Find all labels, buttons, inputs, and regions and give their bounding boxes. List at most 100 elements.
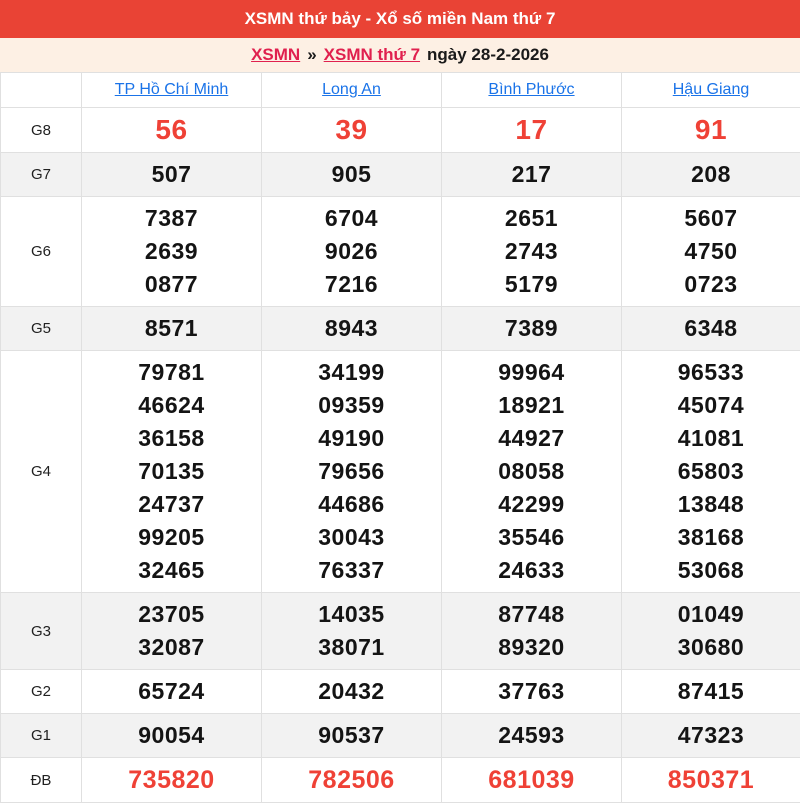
prize-numbers-cell: 8774889320	[442, 593, 622, 670]
prize-number: 56	[84, 113, 259, 147]
prize-number: 14035	[264, 598, 439, 631]
prize-number: 0723	[624, 268, 798, 301]
prize-numbers-cell: 20432	[262, 670, 442, 714]
prize-number: 65803	[624, 455, 798, 488]
prize-number: 6704	[264, 202, 439, 235]
prize-number: 30043	[264, 521, 439, 554]
page-title-text: XSMN thứ bảy - Xổ số miền Nam thứ 7	[245, 9, 556, 29]
prize-number: 20432	[264, 675, 439, 708]
prize-numbers-cell: 56	[82, 108, 262, 153]
prize-numbers-cell: 217	[442, 153, 622, 197]
page-title: XSMN thứ bảy - Xổ số miền Nam thứ 7	[0, 0, 800, 38]
prize-numbers-cell: 8943	[262, 307, 442, 351]
prize-number: 87415	[624, 675, 798, 708]
prize-numbers-cell: 738726390877	[82, 197, 262, 307]
prize-label: G4	[1, 351, 82, 593]
prize-number: 09359	[264, 389, 439, 422]
prize-number: 35546	[444, 521, 619, 554]
prize-numbers-cell: 1403538071	[262, 593, 442, 670]
prize-number: 08058	[444, 455, 619, 488]
prize-number: 8943	[264, 312, 439, 345]
prize-number: 7216	[264, 268, 439, 301]
prize-numbers-cell: 39	[262, 108, 442, 153]
prize-number: 7389	[444, 312, 619, 345]
prize-number: 735820	[84, 763, 259, 797]
table-row-g4: G479781466243615870135247379920532465341…	[1, 351, 800, 593]
prize-number: 30680	[624, 631, 798, 664]
prize-numbers-cell: 79781466243615870135247379920532465	[82, 351, 262, 593]
table-row-g5: G58571894373896348	[1, 307, 800, 351]
province-link-binhphuoc[interactable]: Bình Phước	[488, 81, 574, 98]
column-header-tphcm: TP Hồ Chí Minh	[82, 73, 262, 108]
prize-number: 5607	[624, 202, 798, 235]
prize-number: 89320	[444, 631, 619, 664]
column-header-row: TP Hồ Chí Minh Long An Bình Phước Hậu Gi…	[1, 73, 800, 108]
province-link-haugiang[interactable]: Hậu Giang	[673, 81, 750, 98]
prize-number: 34199	[264, 356, 439, 389]
prize-numbers-cell: 90054	[82, 714, 262, 758]
prize-number: 65724	[84, 675, 259, 708]
prize-numbers-cell: 670490267216	[262, 197, 442, 307]
prize-number: 32465	[84, 554, 259, 587]
prize-column-header	[1, 73, 82, 108]
table-row-g2: G265724204323776387415	[1, 670, 800, 714]
prize-number: 01049	[624, 598, 798, 631]
province-link-tphcm[interactable]: TP Hồ Chí Minh	[115, 81, 229, 98]
prize-number: 850371	[624, 763, 798, 797]
breadcrumb-link-xsmn-thu7[interactable]: XSMN thứ 7	[324, 45, 420, 65]
prize-number: 41081	[624, 422, 798, 455]
prize-numbers-cell: 87415	[622, 670, 800, 714]
prize-numbers-cell: 47323	[622, 714, 800, 758]
prize-number: 24737	[84, 488, 259, 521]
prize-number: 39	[264, 113, 439, 147]
table-row-g8: G856391791	[1, 108, 800, 153]
prize-number: 79781	[84, 356, 259, 389]
prize-numbers-cell: 850371	[622, 758, 800, 803]
prize-number: 96533	[624, 356, 798, 389]
prize-numbers-cell: 7389	[442, 307, 622, 351]
prize-number: 217	[444, 158, 619, 191]
prize-number: 24593	[444, 719, 619, 752]
prize-numbers-cell: 905	[262, 153, 442, 197]
prize-label: G1	[1, 714, 82, 758]
prize-number: 44927	[444, 422, 619, 455]
prize-number: 44686	[264, 488, 439, 521]
prize-number: 2743	[444, 235, 619, 268]
prize-numbers-cell: 96533450744108165803138483816853068	[622, 351, 800, 593]
prize-number: 90537	[264, 719, 439, 752]
prize-numbers-cell: 34199093594919079656446863004376337	[262, 351, 442, 593]
prize-number: 2639	[84, 235, 259, 268]
prize-number: 208	[624, 158, 798, 191]
prize-number: 36158	[84, 422, 259, 455]
prize-numbers-cell: 560747500723	[622, 197, 800, 307]
breadcrumb: XSMN » XSMN thứ 7 ngày 28-2-2026	[0, 38, 800, 72]
prize-number: 91	[624, 113, 798, 147]
prize-label: G6	[1, 197, 82, 307]
prize-numbers-cell: 681039	[442, 758, 622, 803]
prize-number: 42299	[444, 488, 619, 521]
prize-numbers-cell: 37763	[442, 670, 622, 714]
prize-numbers-cell: 91	[622, 108, 800, 153]
prize-number: 17	[444, 113, 619, 147]
column-header-binhphuoc: Bình Phước	[442, 73, 622, 108]
breadcrumb-link-xsmn[interactable]: XSMN	[251, 45, 300, 65]
province-link-longan[interactable]: Long An	[322, 81, 381, 98]
prize-number: 9026	[264, 235, 439, 268]
table-row-db: ĐB735820782506681039850371	[1, 758, 800, 803]
prize-number: 905	[264, 158, 439, 191]
breadcrumb-separator: »	[307, 45, 316, 65]
prize-label: G5	[1, 307, 82, 351]
prize-number: 4750	[624, 235, 798, 268]
breadcrumb-date: ngày 28-2-2026	[427, 45, 549, 65]
prize-label: G7	[1, 153, 82, 197]
prize-number: 24633	[444, 554, 619, 587]
prize-number: 38071	[264, 631, 439, 664]
prize-number: 13848	[624, 488, 798, 521]
table-row-g6: G673872639087767049026721626512743517956…	[1, 197, 800, 307]
column-header-haugiang: Hậu Giang	[622, 73, 800, 108]
prize-numbers-cell: 8571	[82, 307, 262, 351]
prize-number: 8571	[84, 312, 259, 345]
prize-number: 782506	[264, 763, 439, 797]
prize-number: 87748	[444, 598, 619, 631]
prize-number: 6348	[624, 312, 798, 345]
